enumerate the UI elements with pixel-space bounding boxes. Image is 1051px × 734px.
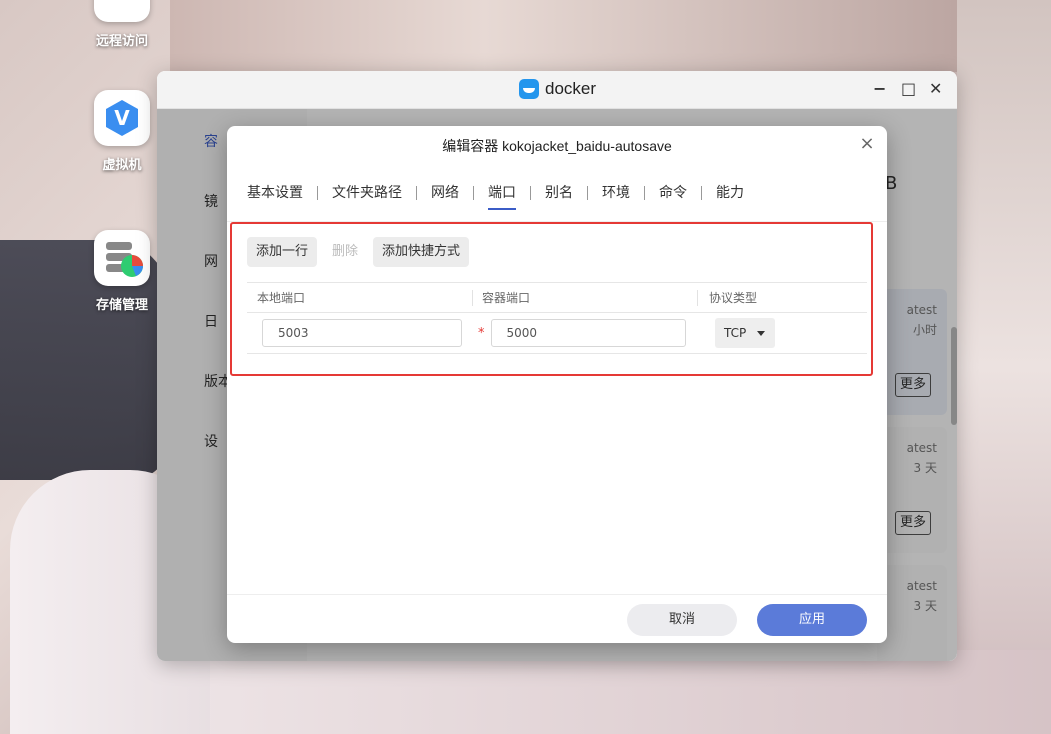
remote-access-icon bbox=[94, 0, 150, 22]
tab-ports[interactable]: 端口 bbox=[488, 182, 516, 210]
window-titlebar[interactable]: docker − □ ✕ bbox=[157, 71, 957, 109]
minimize-icon[interactable]: − bbox=[873, 81, 886, 97]
close-icon[interactable]: ✕ bbox=[929, 81, 942, 97]
desktop-item-label: 远程访问 bbox=[95, 34, 148, 49]
close-icon[interactable]: × bbox=[859, 135, 875, 153]
wallpaper-floor bbox=[120, 650, 1051, 734]
delete-button[interactable]: 删除 bbox=[323, 237, 367, 267]
docker-logo-icon bbox=[519, 79, 539, 99]
tab-network[interactable]: 网络 bbox=[431, 182, 459, 208]
tab-separator bbox=[701, 186, 702, 200]
header-protocol: 协议类型 bbox=[697, 283, 867, 312]
tab-separator bbox=[587, 186, 588, 200]
tab-capabilities[interactable]: 能力 bbox=[716, 182, 744, 208]
tab-command[interactable]: 命令 bbox=[659, 182, 687, 208]
svg-text:V: V bbox=[114, 106, 130, 130]
virtual-machine-icon: V bbox=[94, 90, 150, 146]
cancel-button[interactable]: 取消 bbox=[627, 604, 737, 636]
tab-alias[interactable]: 别名 bbox=[545, 182, 573, 208]
edit-container-dialog: 编辑容器 kokojacket_baidu-autosave × 基本设置 文件… bbox=[227, 126, 887, 643]
tab-separator bbox=[644, 186, 645, 200]
apply-button[interactable]: 应用 bbox=[757, 604, 867, 636]
maximize-icon[interactable]: □ bbox=[901, 81, 916, 97]
wallpaper-top bbox=[170, 0, 957, 72]
wallpaper-right bbox=[957, 0, 1051, 734]
table-header: 本地端口 容器端口 协议类型 bbox=[247, 282, 867, 312]
footer-divider bbox=[227, 594, 887, 595]
tab-separator bbox=[530, 186, 531, 200]
local-port-input[interactable]: 5003 bbox=[262, 319, 462, 347]
tab-separator bbox=[473, 186, 474, 200]
dialog-header: 编辑容器 kokojacket_baidu-autosave × bbox=[227, 126, 887, 164]
port-toolbar: 添加一行 删除 添加快捷方式 bbox=[247, 237, 470, 267]
header-local-port: 本地端口 bbox=[257, 291, 306, 305]
window-controls: − □ ✕ bbox=[873, 81, 942, 97]
desktop-item-remote-access[interactable]: 远程访问 bbox=[72, 0, 172, 49]
tab-separator bbox=[416, 186, 417, 200]
tab-basic-settings[interactable]: 基本设置 bbox=[247, 182, 303, 208]
protocol-select[interactable]: TCP bbox=[715, 318, 775, 348]
required-marker: * bbox=[478, 325, 485, 341]
container-port-input[interactable]: 5000 bbox=[490, 319, 686, 347]
protocol-value: TCP bbox=[724, 326, 747, 340]
port-table: 本地端口 容器端口 协议类型 5003 * 5000 TCP bbox=[247, 282, 867, 354]
window-title: docker bbox=[519, 79, 596, 99]
header-container-port: 容器端口 bbox=[472, 283, 697, 312]
chevron-down-icon bbox=[757, 331, 765, 336]
tab-separator bbox=[317, 186, 318, 200]
dialog-title: 编辑容器 kokojacket_baidu-autosave bbox=[442, 138, 672, 154]
tab-environment[interactable]: 环境 bbox=[602, 182, 630, 208]
table-row: 5003 * 5000 TCP bbox=[247, 312, 867, 354]
dialog-tabs: 基本设置 文件夹路径 网络 端口 别名 环境 命令 能力 bbox=[247, 182, 744, 210]
tab-folder-paths[interactable]: 文件夹路径 bbox=[332, 182, 402, 208]
window-title-text: docker bbox=[545, 79, 597, 98]
storage-manager-icon bbox=[94, 230, 150, 286]
add-row-button[interactable]: 添加一行 bbox=[247, 237, 318, 267]
add-shortcut-button[interactable]: 添加快捷方式 bbox=[373, 237, 470, 267]
